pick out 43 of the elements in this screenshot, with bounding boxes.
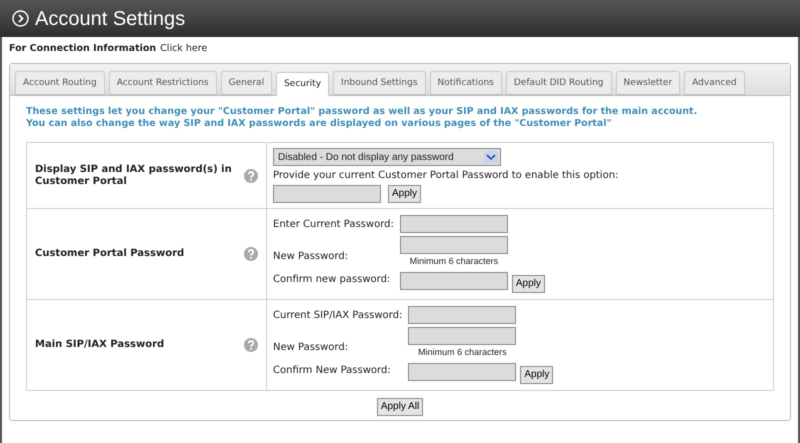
hint-text: Minimum 6 characters [418, 347, 507, 358]
intro-text: These settings let you change your "Customer Portal" password as well as your SIP and IAX passwords for the main account. [26, 106, 698, 118]
tab[interactable]: General [220, 71, 272, 96]
apply-button[interactable]: Apply [520, 366, 554, 384]
section-label: Main SIP/IAX Password [35, 339, 166, 352]
password-field[interactable] [273, 185, 381, 204]
click-here-link[interactable]: Click here [160, 42, 208, 56]
tab[interactable]: Default DID Routing [506, 71, 612, 96]
tab[interactable]: Inbound Settings [333, 71, 426, 96]
field-label: New Password: [273, 341, 350, 356]
help-icon[interactable] [244, 247, 258, 262]
enable-prompt: Provide your current Customer Portal Password to enable this option: [273, 169, 618, 184]
field-label: Enter Current Password: [273, 218, 395, 232]
connection-info-label: For Connection Information [9, 42, 156, 56]
apply-button[interactable]: Apply [388, 185, 422, 204]
help-icon[interactable] [244, 338, 258, 352]
password-field[interactable] [400, 236, 508, 254]
password-field[interactable] [408, 306, 516, 324]
password-field[interactable] [408, 363, 516, 382]
field-label: Confirm new password: [273, 273, 392, 288]
section-label: Customer Portal Password [35, 248, 186, 260]
page-title: Account Settings [35, 6, 186, 32]
tab[interactable]: Newsletter [616, 71, 680, 96]
intro-text: You can also change the way SIP and IAX passwords are displayed on various pages of the "Customer Portal" [26, 118, 613, 130]
tab[interactable]: Account Restrictions [108, 71, 217, 96]
apply-button[interactable]: Apply [512, 275, 545, 294]
tab[interactable]: Notifications [430, 71, 502, 96]
password-field[interactable] [400, 272, 508, 290]
chevron-circle-icon [12, 10, 29, 27]
dropdown-caret-icon [484, 151, 498, 164]
field-label: New Password: [273, 250, 350, 264]
help-icon[interactable] [244, 168, 258, 183]
section-label: Display SIP and IAX password(s) in Customer Portal [35, 164, 233, 188]
tab[interactable]: Account Routing [15, 71, 105, 96]
display-mode-select[interactable]: Disabled - Do not display any password [273, 148, 501, 166]
tab[interactable]: Security [276, 72, 330, 96]
field-label: Current SIP/IAX Password: [273, 308, 404, 323]
password-field[interactable] [400, 215, 508, 234]
password-field[interactable] [408, 327, 516, 346]
hint-text: Minimum 6 characters [410, 256, 498, 266]
tab[interactable]: Advanced [684, 71, 745, 96]
field-label: Confirm New Password: [273, 364, 392, 378]
apply-all-button[interactable]: Apply All [376, 398, 424, 416]
